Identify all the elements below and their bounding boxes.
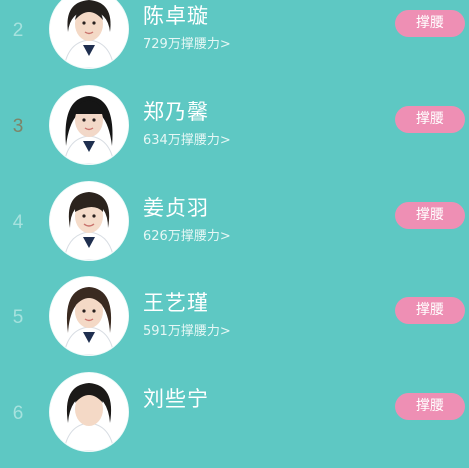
support-button[interactable]: 撑腰 [395, 202, 465, 229]
ranking-row[interactable]: 6 刘些宁 撑腰 [0, 373, 469, 468]
support-button[interactable]: 撑腰 [395, 106, 465, 133]
ranking-row[interactable]: 5 王艺瑾 591万撑腰力> 撑腰 [0, 277, 469, 372]
member-name: 陈卓璇 [143, 4, 209, 28]
member-name: 王艺瑾 [143, 291, 209, 315]
avatar[interactable] [50, 86, 128, 164]
support-button[interactable]: 撑腰 [395, 10, 465, 37]
avatar[interactable] [50, 0, 128, 68]
rank-number: 5 [12, 307, 24, 328]
support-score-link[interactable]: 626万撑腰力> [143, 225, 231, 244]
member-name: 姜贞羽 [143, 196, 209, 220]
rank-number: 2 [12, 20, 24, 41]
member-name: 刘些宁 [143, 387, 209, 411]
avatar[interactable] [50, 373, 128, 451]
ranking-row[interactable]: 4 姜贞羽 626万撑腰力> 撑腰 [0, 182, 469, 277]
rank-number: 3 [12, 116, 24, 137]
support-score-link[interactable]: 634万撑腰力> [143, 129, 231, 148]
avatar[interactable] [50, 182, 128, 260]
support-score-link[interactable]: 729万撑腰力> [143, 33, 231, 52]
rank-number: 6 [12, 403, 24, 424]
ranking-row[interactable]: 2 陈卓璇 729万撑腰力> 撑腰 [0, 0, 469, 85]
support-button[interactable]: 撑腰 [395, 393, 465, 420]
member-name: 郑乃馨 [143, 100, 209, 124]
rank-number: 4 [12, 212, 24, 233]
support-button[interactable]: 撑腰 [395, 297, 465, 324]
support-score-link[interactable]: 591万撑腰力> [143, 320, 231, 339]
ranking-row[interactable]: 3 郑乃馨 634万撑腰力> 撑腰 [0, 86, 469, 181]
avatar[interactable] [50, 277, 128, 355]
ranking-list: 2 陈卓璇 729万撑腰力> 撑腰 3 郑乃馨 634万撑腰力> 撑腰 4 姜贞… [0, 0, 469, 451]
